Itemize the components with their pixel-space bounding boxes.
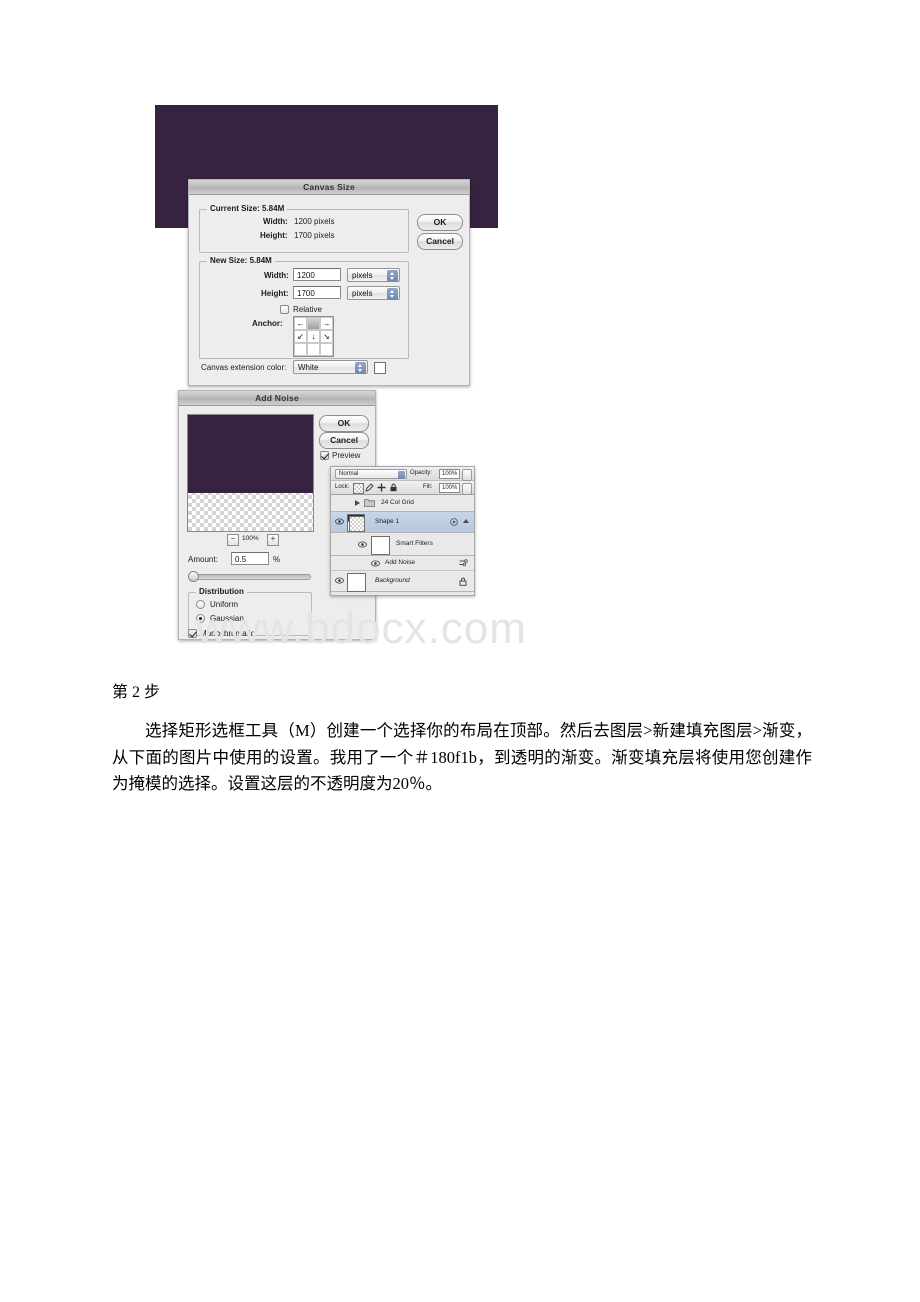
canvas-extension-color-swatch[interactable]	[374, 362, 386, 374]
layers-lock-row: Lock: Fill: 100%	[331, 481, 474, 495]
layer-name-label: Shape 1	[375, 518, 400, 525]
step-heading: 第 2 步	[112, 684, 161, 701]
document-text-block: 第 2 步 选择矩形选框工具（M）创建一个选择你的布局在顶部。然后去图层>新建填…	[112, 683, 812, 798]
chevron-updown-icon	[387, 270, 398, 282]
add-noise-preview-thumbnail[interactable]	[187, 414, 314, 532]
anchor-label: Anchor:	[252, 319, 283, 328]
layer-row-smart-filters[interactable]: Smart Filters	[331, 533, 474, 556]
amount-unit-label: %	[273, 555, 281, 564]
canvas-extension-color-value: White	[298, 363, 319, 372]
new-height-units-select[interactable]: pixels	[347, 286, 400, 300]
fill-label: Fill:	[423, 484, 433, 490]
new-width-label: Width:	[264, 271, 289, 280]
eye-visibility-icon[interactable]	[371, 560, 380, 567]
layer-name-label: Smart Filters	[396, 540, 433, 547]
lock-icon	[459, 577, 467, 588]
lock-position-icon[interactable]	[377, 483, 386, 492]
layer-name-label: Background	[375, 577, 410, 584]
folder-icon	[364, 498, 375, 509]
anchor-cell-bottom-left[interactable]	[294, 343, 307, 356]
lock-transparent-pixels-icon[interactable]	[353, 483, 364, 494]
eye-visibility-icon[interactable]	[335, 518, 344, 525]
blend-mode-select[interactable]: Normal	[335, 469, 407, 479]
add-noise-titlebar: Add Noise	[179, 391, 375, 406]
anchor-cell-mid-right[interactable]: ↘	[320, 330, 333, 343]
current-size-group-label: Current Size: 5.84M	[207, 204, 288, 213]
canvas-extension-color-label: Canvas extension color:	[201, 363, 287, 372]
site-watermark: www.bdocx.com	[196, 604, 527, 653]
add-noise-cancel-button[interactable]: Cancel	[319, 432, 369, 449]
chevron-updown-icon	[398, 471, 405, 479]
add-noise-ok-button[interactable]: OK	[319, 415, 369, 432]
layer-row-group[interactable]: 24 Col Grid	[331, 495, 474, 512]
opacity-input[interactable]: 100%	[439, 469, 460, 479]
new-width-units-value: pixels	[352, 271, 373, 280]
layer-name-label: Add Noise	[385, 559, 415, 566]
layers-blend-row: Normal Opacity: 100%	[331, 467, 474, 481]
anchor-cell-bottom-right[interactable]	[320, 343, 333, 356]
opacity-stepper[interactable]	[462, 469, 472, 481]
anchor-cell-mid-center[interactable]: ↓	[307, 330, 320, 343]
zoom-out-button[interactable]: −	[227, 534, 239, 546]
step-paragraph: 选择矩形选框工具（M）创建一个选择你的布局在顶部。然后去图层>新建填充图层>渐变…	[112, 720, 812, 794]
zoom-in-button[interactable]: +	[267, 534, 279, 546]
distribution-group-label: Distribution	[196, 587, 247, 596]
opacity-label: Opacity:	[410, 470, 433, 476]
layer-name-label: 24 Col Grid	[381, 499, 414, 506]
amount-input[interactable]: 0.5	[231, 552, 269, 565]
layers-panel: Normal Opacity: 100% Lock: Fill: 100% 24…	[330, 466, 475, 596]
new-height-label: Height:	[261, 289, 289, 298]
canvas-size-cancel-button[interactable]: Cancel	[417, 233, 463, 250]
current-width-label: Width:	[263, 217, 288, 226]
new-size-group-label: New Size: 5.84M	[207, 256, 275, 265]
chevron-updown-icon	[387, 288, 398, 300]
relative-checkbox[interactable]	[280, 305, 289, 314]
smart-object-badge-icon	[450, 518, 458, 528]
anchor-cell-top-left[interactable]: ←	[294, 317, 307, 330]
canvas-extension-color-select[interactable]: White	[293, 360, 368, 374]
disclosure-triangle-icon[interactable]	[355, 500, 360, 506]
smart-filter-mask-thumbnail[interactable]	[371, 536, 390, 555]
anchor-cell-mid-left[interactable]: ↙	[294, 330, 307, 343]
preview-checkbox[interactable]	[320, 451, 329, 460]
amount-label: Amount:	[188, 555, 218, 564]
anchor-cell-top-right[interactable]: →	[320, 317, 333, 330]
amount-slider-track[interactable]	[189, 574, 311, 580]
eye-visibility-icon[interactable]	[358, 541, 367, 548]
anchor-cell-bottom-center[interactable]	[307, 343, 320, 356]
anchor-cell-top-center[interactable]	[307, 317, 320, 330]
layer-row-background[interactable]: Background	[331, 571, 474, 592]
preview-label: Preview	[332, 451, 361, 460]
collapse-caret-icon[interactable]	[463, 519, 469, 523]
new-height-input[interactable]: 1700	[293, 286, 341, 299]
blend-mode-value: Normal	[339, 471, 359, 477]
current-width-value: 1200 pixels	[294, 217, 335, 226]
filter-settings-icon[interactable]	[459, 559, 468, 569]
lock-image-pixels-icon[interactable]	[365, 483, 374, 492]
new-width-input[interactable]: 1200	[293, 268, 341, 281]
zoom-level-label: 100%	[242, 535, 259, 542]
canvas-size-ok-button[interactable]: OK	[417, 214, 463, 231]
screenshot-composite: Canvas Size Current Size: 5.84M Width: 1…	[0, 0, 920, 680]
relative-label: Relative	[293, 305, 322, 314]
current-height-label: Height:	[260, 231, 288, 240]
layer-row-add-noise-filter[interactable]: Add Noise	[331, 556, 474, 571]
lock-all-icon[interactable]	[389, 483, 398, 492]
canvas-size-titlebar: Canvas Size	[189, 180, 469, 195]
new-width-units-select[interactable]: pixels	[347, 268, 400, 282]
anchor-grid[interactable]: ← → ↙ ↓ ↘	[293, 316, 334, 357]
layer-mask-thumbnail[interactable]	[349, 516, 365, 532]
chevron-updown-icon	[355, 362, 366, 374]
fill-stepper[interactable]	[462, 483, 472, 495]
layer-row-shape1[interactable]: Shape 1	[331, 512, 474, 533]
new-height-units-value: pixels	[352, 289, 373, 298]
lock-label: Lock:	[335, 484, 350, 490]
fill-input[interactable]: 100%	[439, 483, 460, 493]
canvas-size-dialog: Canvas Size Current Size: 5.84M Width: 1…	[188, 179, 470, 386]
amount-slider-knob[interactable]	[188, 571, 199, 582]
layer-thumbnail[interactable]	[347, 573, 366, 592]
eye-visibility-icon[interactable]	[335, 577, 344, 584]
current-height-value: 1700 pixels	[294, 231, 335, 240]
